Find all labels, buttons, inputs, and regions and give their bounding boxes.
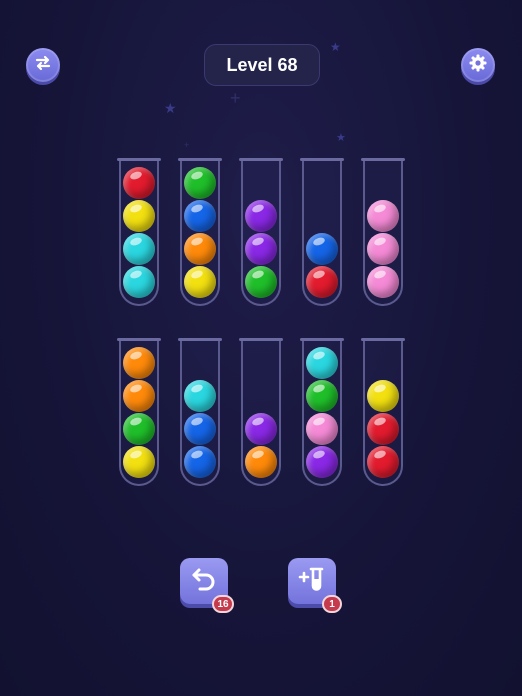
ball-purple — [245, 200, 277, 232]
tube[interactable] — [300, 158, 344, 306]
ball-purple — [245, 233, 277, 265]
ball-red — [306, 266, 338, 298]
ball-pink — [367, 266, 399, 298]
ball-purple — [245, 413, 277, 445]
tube[interactable] — [117, 158, 161, 306]
ball-orange — [123, 380, 155, 412]
star-decoration: ★ — [336, 132, 346, 144]
tube[interactable] — [178, 338, 222, 486]
ball-yellow — [123, 200, 155, 232]
tube[interactable] — [239, 338, 283, 486]
undo-arrow-icon — [190, 566, 218, 597]
ball-cyan — [184, 380, 216, 412]
level-label: Level 68 — [226, 54, 298, 75]
tube[interactable] — [117, 338, 161, 486]
ball-blue — [306, 233, 338, 265]
ball-red — [367, 446, 399, 478]
swap-arrows-icon — [33, 53, 53, 78]
tube[interactable] — [178, 158, 222, 306]
tube[interactable] — [239, 158, 283, 306]
star-decoration: + — [230, 88, 241, 108]
ball-pink — [367, 200, 399, 232]
ball-pink — [367, 233, 399, 265]
swap-button[interactable] — [26, 48, 60, 82]
ball-orange — [245, 446, 277, 478]
level-indicator: Level 68 — [204, 44, 320, 86]
ball-red — [123, 167, 155, 199]
ball-cyan — [123, 266, 155, 298]
add-tube-count-badge: 1 — [322, 595, 342, 613]
ball-green — [306, 380, 338, 412]
settings-button[interactable] — [461, 48, 495, 82]
ball-yellow — [184, 266, 216, 298]
ball-red — [367, 413, 399, 445]
add-tube-icon — [297, 564, 327, 599]
ball-orange — [184, 233, 216, 265]
star-decoration: ★ — [330, 40, 341, 54]
ball-pink — [306, 413, 338, 445]
ball-blue — [184, 413, 216, 445]
ball-green — [123, 413, 155, 445]
ball-blue — [184, 446, 216, 478]
gear-icon — [468, 53, 488, 78]
ball-blue — [184, 200, 216, 232]
tube[interactable] — [361, 158, 405, 306]
ball-cyan — [306, 347, 338, 379]
ball-cyan — [123, 233, 155, 265]
star-decoration: ★ — [164, 100, 177, 116]
ball-orange — [123, 347, 155, 379]
ball-green — [184, 167, 216, 199]
tube[interactable] — [361, 338, 405, 486]
ball-green — [245, 266, 277, 298]
ball-purple — [306, 446, 338, 478]
star-decoration: + — [184, 140, 190, 150]
undo-count-badge: 16 — [212, 595, 234, 613]
tube[interactable] — [300, 338, 344, 486]
ball-yellow — [367, 380, 399, 412]
ball-yellow — [123, 446, 155, 478]
